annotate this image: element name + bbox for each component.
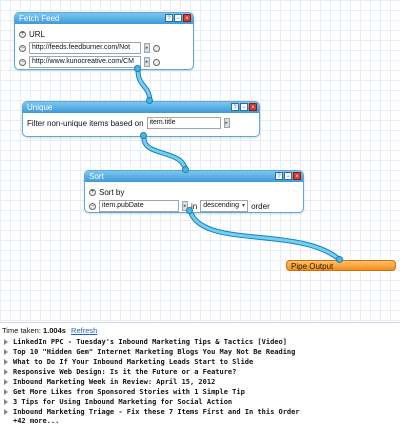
result-item-title: Get More Likes from Sponsored Stories wi…: [13, 388, 245, 396]
unique-field-input[interactable]: item.title: [146, 117, 221, 129]
result-item[interactable]: 3 Tips for Using Inbound Marketing for S…: [0, 397, 400, 407]
unique-input-terminal[interactable]: [146, 97, 153, 104]
sort-field-input[interactable]: item.pubDate: [99, 200, 179, 212]
result-item[interactable]: Inbound Marketing Triage - Fix these 7 I…: [0, 407, 400, 417]
url-label: URL: [29, 29, 46, 39]
module-title: Unique: [27, 103, 53, 112]
expand-arrow-icon[interactable]: [4, 379, 8, 385]
unique-header[interactable]: Unique ? − ×: [23, 102, 259, 113]
module-title: Pipe Output: [291, 262, 334, 271]
time-taken-label: Time taken:: [2, 326, 41, 335]
expand-arrow-icon[interactable]: [4, 339, 8, 345]
module-title: Sort: [89, 172, 104, 181]
minimize-icon[interactable]: −: [174, 14, 182, 22]
sort-output-terminal[interactable]: [186, 207, 193, 214]
order-value: descending: [203, 202, 240, 209]
close-icon[interactable]: ×: [183, 14, 191, 22]
pipe-editor-canvas[interactable]: Fetch Feed ? − × + URL − http://feeds.fe…: [0, 0, 400, 322]
result-item-title: Inbound Marketing Week in Review: April …: [13, 378, 216, 386]
result-item[interactable]: What to Do If Your Inbound Marketing Lea…: [0, 357, 400, 367]
minimize-icon[interactable]: −: [240, 103, 248, 111]
remove-url-icon[interactable]: −: [19, 58, 26, 66]
sort-module[interactable]: Sort ? − × + Sort by − item.pubDate ▸ in…: [84, 170, 304, 213]
expand-arrow-icon[interactable]: [4, 389, 8, 395]
close-icon[interactable]: ×: [249, 103, 257, 111]
expand-arrow-icon[interactable]: [4, 409, 8, 415]
unique-filter-label: Filter non-unique items based on: [27, 118, 144, 128]
result-item-title: Top 10 "Hidden Gem" Internet Marketing B…: [13, 348, 296, 356]
more-results-link[interactable]: +42 more...: [0, 417, 400, 425]
field-picker-icon[interactable]: ▸: [223, 118, 230, 128]
sort-by-label: Sort by: [99, 187, 125, 197]
remove-url-icon[interactable]: −: [19, 44, 26, 52]
expand-arrow-icon[interactable]: [4, 369, 8, 375]
result-item[interactable]: Get More Likes from Sponsored Stories wi…: [0, 387, 400, 397]
help-icon[interactable]: ?: [165, 14, 173, 22]
result-item[interactable]: Top 10 "Hidden Gem" Internet Marketing B…: [0, 347, 400, 357]
unique-output-terminal[interactable]: [140, 132, 147, 139]
order-select[interactable]: descending ▾: [200, 200, 249, 212]
result-item-title: Responsive Web Design: Is it the Future …: [13, 368, 237, 376]
chevron-down-icon: ▾: [242, 203, 246, 209]
time-taken-value: 1.004s: [43, 326, 66, 335]
url-terminal-icon[interactable]: [153, 44, 160, 52]
close-icon[interactable]: ×: [293, 172, 301, 180]
url-connector-icon[interactable]: ▸: [144, 43, 150, 53]
help-icon[interactable]: ?: [231, 103, 239, 111]
expand-arrow-icon[interactable]: [4, 359, 8, 365]
result-item-title: Inbound Marketing Triage - Fix these 7 I…: [13, 408, 300, 416]
sort-header[interactable]: Sort ? − ×: [85, 171, 303, 182]
url-connector-icon[interactable]: ▸: [144, 57, 150, 67]
result-item-title: What to Do If Your Inbound Marketing Lea…: [13, 358, 254, 366]
add-url-icon[interactable]: +: [19, 30, 26, 38]
refresh-link[interactable]: Refresh: [71, 326, 97, 335]
debugger-results-panel: Time taken: 1.004s Refresh LinkedIn PPC …: [0, 322, 400, 428]
wire-highlight: [188, 208, 342, 262]
url-terminal-icon[interactable]: [153, 58, 160, 66]
fetch-feed-module[interactable]: Fetch Feed ? − × + URL − http://feeds.fe…: [14, 12, 194, 70]
fetch-feed-output-terminal[interactable]: [134, 65, 141, 72]
module-title: Fetch Feed: [19, 14, 60, 23]
result-item[interactable]: Responsive Web Design: Is it the Future …: [0, 367, 400, 377]
result-item[interactable]: LinkedIn PPC - Tuesday's Inbound Marketi…: [0, 337, 400, 347]
add-sort-icon[interactable]: +: [89, 188, 96, 196]
wire-sort-to-output[interactable]: [187, 207, 343, 263]
expand-arrow-icon[interactable]: [4, 349, 8, 355]
sort-input-terminal[interactable]: [182, 166, 189, 173]
result-item-title: LinkedIn PPC - Tuesday's Inbound Marketi…: [13, 338, 287, 346]
expand-arrow-icon[interactable]: [4, 399, 8, 405]
result-item[interactable]: Inbound Marketing Week in Review: April …: [0, 377, 400, 387]
url-input[interactable]: http://www.kunocreative.com/CM: [29, 56, 141, 68]
fetch-feed-header[interactable]: Fetch Feed ? − ×: [15, 13, 193, 24]
url-input[interactable]: http://feeds.feedburner.com/Not: [29, 42, 141, 54]
help-icon[interactable]: ?: [275, 172, 283, 180]
result-item-title: 3 Tips for Using Inbound Marketing for S…: [13, 398, 233, 406]
remove-sort-icon[interactable]: −: [89, 202, 96, 210]
wire-unique-to-sort[interactable]: [141, 135, 189, 176]
order-label: order: [251, 201, 270, 211]
pipe-output-input-terminal[interactable]: [336, 256, 343, 263]
timing-bar: Time taken: 1.004s Refresh: [0, 323, 400, 337]
minimize-icon[interactable]: −: [284, 172, 292, 180]
